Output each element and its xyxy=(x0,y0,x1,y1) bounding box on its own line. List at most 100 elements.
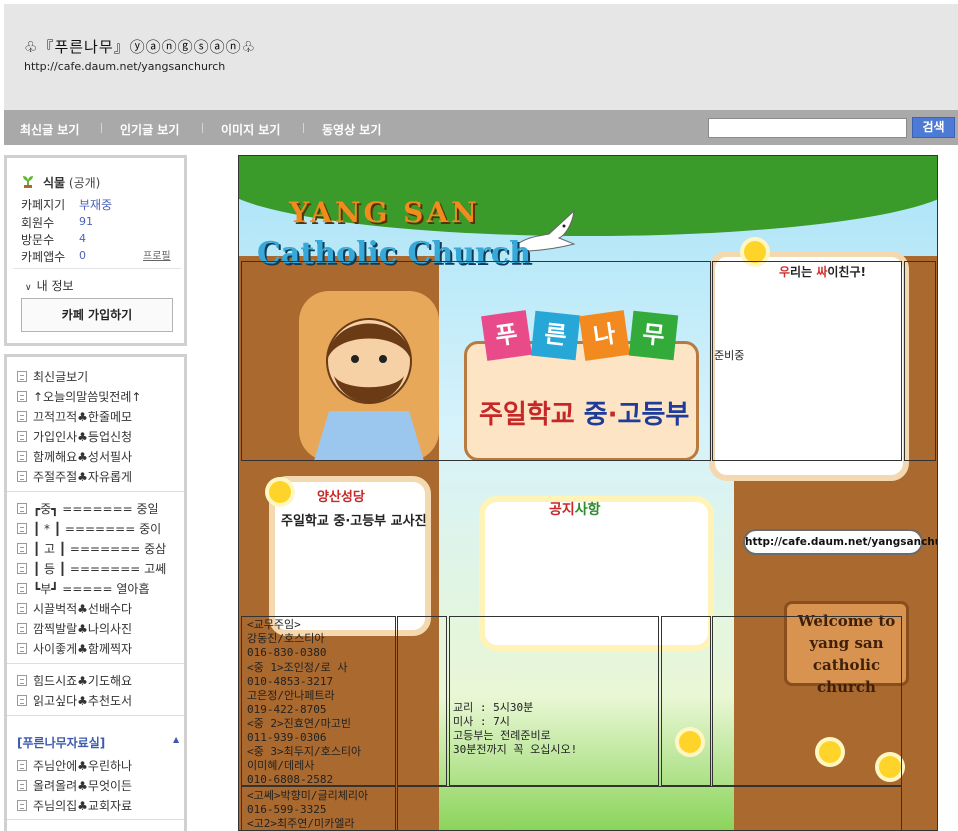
board-icon xyxy=(17,583,27,594)
notice-title-part: 공지 xyxy=(549,502,575,518)
menu-item-label: 주님의집♣교회자료 xyxy=(33,799,133,813)
nav-recent-posts[interactable]: 최신글 보기 xyxy=(20,121,79,138)
nav-videos[interactable]: 동영상 보기 xyxy=(322,121,381,138)
menu-divider xyxy=(7,715,184,716)
info-value-visits: 4 xyxy=(79,232,86,245)
info-value-members[interactable]: 91 xyxy=(79,215,93,228)
search-button[interactable]: 검색 xyxy=(912,117,955,138)
menu-item-label: ┃ * ┃ ======= 중이 xyxy=(33,522,162,536)
profile-link[interactable]: 프로필 xyxy=(143,247,171,262)
teacher-list-line: 이미혜/데레사 xyxy=(247,759,315,772)
menu-item-label: 주님안에♣우린하나 xyxy=(33,759,133,773)
board-icon xyxy=(17,760,27,771)
teacher-list-line: 강동진/호스티아 xyxy=(247,632,325,645)
menu-item-label: ↑오늘의말씀및전례↑ xyxy=(33,390,142,404)
preparing-text: 준비중 xyxy=(714,349,745,362)
menu-item[interactable]: 주절주절♣자유롭게 xyxy=(17,468,132,484)
teacher-list-line: <중 2>진효연/마고빈 xyxy=(247,717,351,730)
notice-line: 미사 : 7시 xyxy=(453,715,510,728)
menu-item-label: ┃ 고 ┃ ======= 중삼 xyxy=(33,542,167,556)
menu-item-label: 올려올려♣무엇이든 xyxy=(33,779,133,793)
board-icon xyxy=(17,563,27,574)
frame-cell xyxy=(712,616,902,786)
teacher-list-line: <교무주임> xyxy=(247,618,301,631)
teacher-list-line: <중 1>조인정/로 사 xyxy=(247,661,348,674)
top-nav: 최신글 보기 인기글 보기 이미지 보기 동영상 보기 검색 xyxy=(4,110,958,145)
menu-item[interactable]: 주님의집♣교회자료 xyxy=(17,797,132,813)
menu-item[interactable]: ┏중┓ ======= 중일 xyxy=(17,500,159,516)
frame-cell xyxy=(397,786,902,830)
teacher-list-line: <중 3>최두지/호스티아 xyxy=(247,745,362,758)
nav-popular-posts[interactable]: 인기글 보기 xyxy=(120,121,179,138)
menu-item[interactable]: 주님안에♣우린하나 xyxy=(17,757,132,773)
cafe-title[interactable]: ♧『푸른나무』ⓨⓐⓝⓖⓢⓐⓝ♧ xyxy=(24,36,256,57)
cafe-info-box: 식물 (공개) 카페지기 부재중 회원수 91 방문수 4 카페앱수 0 프로필… xyxy=(4,155,187,346)
menu-item-label: 시끌벅적♣선배수다 xyxy=(33,602,133,616)
chevron-down-icon: ∨ xyxy=(25,283,32,293)
teacher-list-line: 019-422-8705 xyxy=(247,703,327,716)
cafe-visibility: (공개) xyxy=(68,176,101,190)
menu-item-label: ┃ 등 ┃ ======= 고쎄 xyxy=(33,562,167,576)
plant-icon xyxy=(23,176,33,188)
menu-item[interactable]: 최신글보기 xyxy=(17,368,88,384)
teacher-list-line: 011-939-0306 xyxy=(247,731,327,744)
menu-divider xyxy=(7,663,184,664)
menu-item[interactable]: 사이좋게♣함께찍자 xyxy=(17,640,132,656)
teachers-card-subtitle: 주일학교 중·고등부 교사진 xyxy=(281,514,427,529)
menu-item-label: 함께해요♣성서필사 xyxy=(33,450,133,464)
board-icon xyxy=(17,543,27,554)
menu-item[interactable]: ┃ 고 ┃ ======= 중삼 xyxy=(17,540,166,556)
menu-item[interactable]: 읽고싶다♣추천도서 xyxy=(17,692,132,708)
notice-line: 교리 : 5시30분 xyxy=(453,701,534,714)
info-label-members: 회원수 xyxy=(21,216,55,230)
board-icon xyxy=(17,503,27,514)
flower-icon xyxy=(744,241,766,263)
menu-item[interactable]: 깜찍발랄♣나의사진 xyxy=(17,620,132,636)
collapse-icon[interactable]: ▲ xyxy=(173,735,179,744)
notice-line: 30분전까지 꼭 오십시오! xyxy=(453,743,578,756)
teacher-list-line: <고쎄>박향미/글리체리아 xyxy=(247,789,369,802)
menu-item[interactable]: 힘드시죠♣기도해요 xyxy=(17,672,132,688)
menu-divider xyxy=(7,491,184,492)
info-value-apps: 0 xyxy=(79,249,86,262)
teacher-list-line: 고은정/안나페트라 xyxy=(247,689,335,702)
flower-icon xyxy=(269,481,291,503)
teacher-list-line: 010-4853-3217 xyxy=(247,675,334,688)
info-value-manager[interactable]: 부재중 xyxy=(79,196,112,213)
menu-item[interactable]: ↑오늘의말씀및전례↑ xyxy=(17,388,141,404)
board-icon xyxy=(17,603,27,614)
notice-title: 공지사항 xyxy=(549,499,601,519)
menu-item[interactable]: 가입인사♣등업신청 xyxy=(17,428,132,444)
memo-icon xyxy=(17,411,27,422)
menu-item[interactable]: 끄적끄적♣한줄메모 xyxy=(17,408,132,424)
board-icon xyxy=(17,675,27,686)
menu-item-label: 깜찍발랄♣나의사진 xyxy=(33,622,133,636)
cafe-grade-name: 식물 xyxy=(43,176,66,190)
my-info-toggle[interactable]: ∨ 내 정보 xyxy=(25,277,74,294)
menu-item-label: ┗부┛ ===== 열아홉 xyxy=(33,582,150,596)
nav-divider xyxy=(101,123,102,133)
join-cafe-button[interactable]: 카페 가입하기 xyxy=(21,298,173,332)
menu-item[interactable]: 시끌벅적♣선배수다 xyxy=(17,600,132,616)
info-label-apps: 카페앱수 xyxy=(21,250,66,264)
menu-item-label: 사이좋게♣함께찍자 xyxy=(33,642,133,656)
cafe-page: ♧『푸른나무』ⓨⓐⓝⓖⓢⓐⓝ♧ http://cafe.daum.net/yan… xyxy=(0,0,958,831)
menu-item[interactable]: ┗부┛ ===== 열아홉 xyxy=(17,580,150,596)
cafe-url-badge: http://cafe.daum.net/yangsanchurch xyxy=(743,529,937,555)
menu-item[interactable]: 함께해요♣성서필사 xyxy=(17,448,132,464)
menu-item-label: 끄적끄적♣한줄메모 xyxy=(33,410,133,424)
menu-item-label: 최신글보기 xyxy=(33,370,89,384)
frame-cell xyxy=(904,261,936,461)
search-input[interactable] xyxy=(708,118,907,138)
image-board-icon xyxy=(17,643,27,654)
menu-item-label: ┏중┓ ======= 중일 xyxy=(33,502,159,516)
notice-title-part: 사항 xyxy=(574,502,601,518)
menu-item[interactable]: ┃ * ┃ ======= 중이 xyxy=(17,520,161,536)
cafe-url[interactable]: http://cafe.daum.net/yangsanchurch xyxy=(24,60,225,73)
menu-item[interactable]: ┃ 등 ┃ ======= 고쎄 xyxy=(17,560,166,576)
menu-divider xyxy=(7,819,184,820)
nav-images[interactable]: 이미지 보기 xyxy=(221,121,280,138)
menu-item[interactable]: 올려올려♣무엇이든 xyxy=(17,777,132,793)
board-icon xyxy=(17,451,27,462)
menu-group-title[interactable]: [푸른나무자료실] xyxy=(17,734,105,751)
